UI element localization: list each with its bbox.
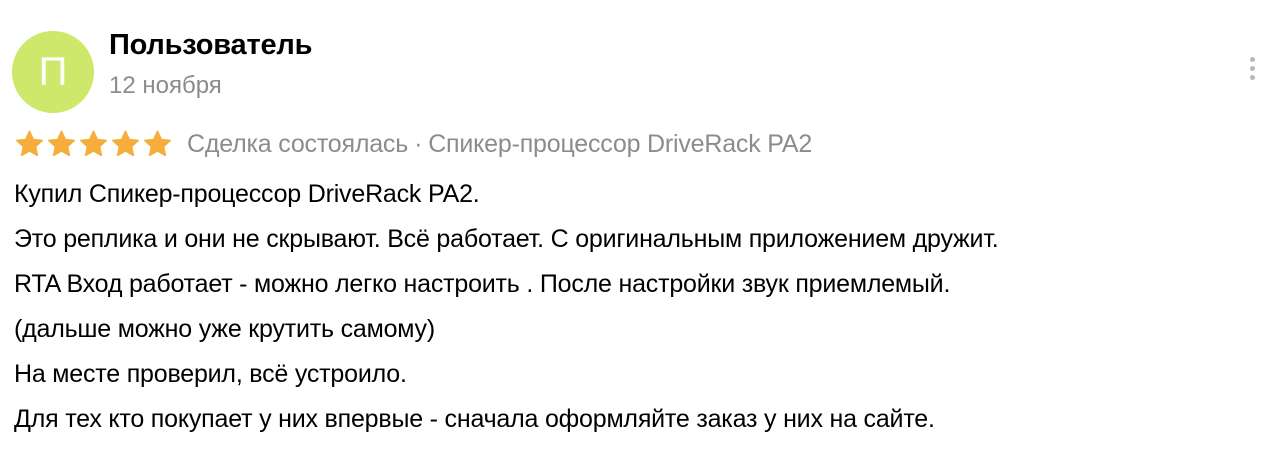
review-text-line: (дальше можно уже крутить самому) <box>14 315 435 343</box>
more-vertical-icon-dot <box>1249 65 1255 71</box>
review-text-line: Купил Спикер-процессор DriveRack PA2. <box>14 180 480 208</box>
product-name[interactable]: Спикер-процессор DriveRack PA2 <box>428 130 812 159</box>
avatar[interactable]: П <box>12 31 94 113</box>
review-meta: Сделка состоялась · Спикер-процессор Dri… <box>14 126 812 162</box>
author-name[interactable]: Пользователь <box>109 29 312 62</box>
deal-status: Сделка состоялась <box>187 129 409 158</box>
review-card: П Пользователь 12 ноября Сделка состояла… <box>0 0 1268 462</box>
more-vertical-icon <box>1249 56 1255 62</box>
star-icon <box>48 130 75 157</box>
avatar-letter: П <box>38 50 68 94</box>
review-text-line: Это реплика и они не скрывают. Всё работ… <box>14 225 999 253</box>
review-text: Купил Спикер-процессор DriveRack PA2. Эт… <box>14 172 1264 442</box>
more-vertical-icon-dot <box>1249 74 1255 80</box>
review-text-line: RTA Вход работает - можно легко настроит… <box>14 270 951 298</box>
star-icon <box>144 130 171 157</box>
star-icon <box>112 130 139 157</box>
meta-separator: · <box>414 129 423 158</box>
star-icon <box>80 130 107 157</box>
star-icon <box>16 130 43 157</box>
star-rating <box>14 129 173 159</box>
review-text-line: На месте проверил, всё устроило. <box>14 360 407 388</box>
review-date: 12 ноября <box>109 72 222 99</box>
more-options-button[interactable] <box>1240 50 1264 86</box>
review-text-line: Для тех кто покупает у них впервые - сна… <box>14 405 935 433</box>
